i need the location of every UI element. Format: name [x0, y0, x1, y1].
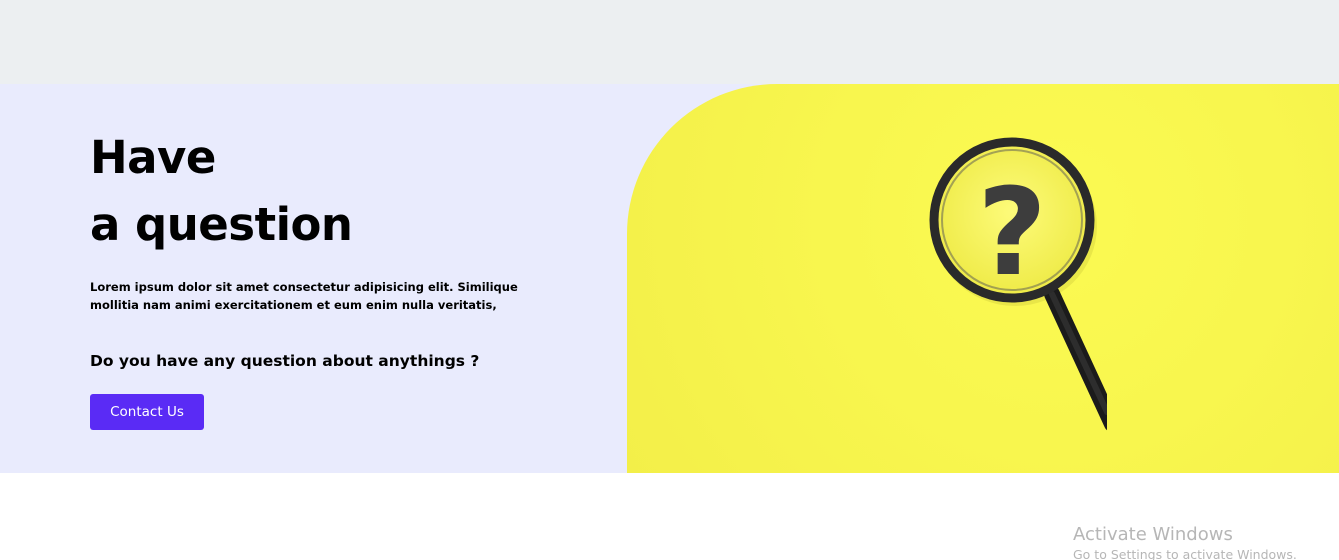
hero-title-line-1: Have — [90, 131, 216, 184]
hero-title-line-2: a question — [90, 198, 353, 251]
hero-question: Do you have any question about anythings… — [90, 352, 480, 370]
magnifying-glass-question-mark-icon: ? — [929, 137, 1107, 431]
top-band — [0, 0, 1339, 84]
hero-description: Lorem ipsum dolor sit amet consectetur a… — [90, 280, 518, 312]
activate-windows-watermark: Activate Windows Go to Settings to activ… — [1073, 523, 1297, 560]
hero-image: ? — [627, 84, 1339, 473]
watermark-subtitle: Go to Settings to activate Windows. — [1073, 547, 1297, 560]
contact-us-button[interactable]: Contact Us — [90, 394, 204, 430]
watermark-title: Activate Windows — [1073, 524, 1233, 545]
hero-content: Have a question Lorem ipsum dolor sit am… — [90, 84, 570, 430]
page: Have a question Lorem ipsum dolor sit am… — [0, 0, 1339, 560]
hero-section: Have a question Lorem ipsum dolor sit am… — [0, 84, 1339, 473]
question-mark-glyph: ? — [977, 164, 1047, 303]
